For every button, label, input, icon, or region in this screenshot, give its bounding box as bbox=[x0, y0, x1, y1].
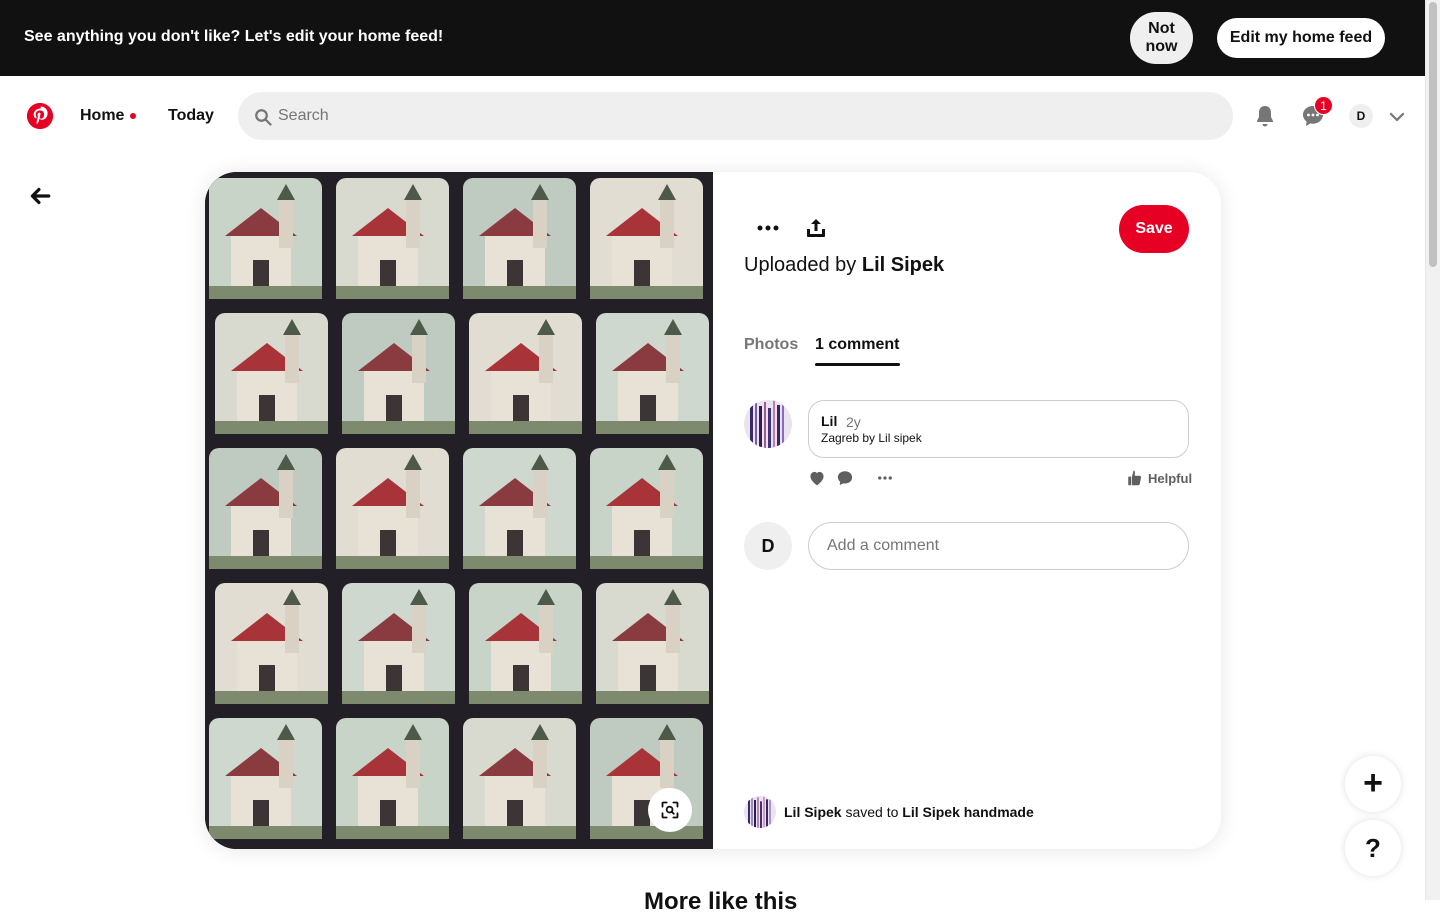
help-button[interactable]: ? bbox=[1345, 820, 1401, 876]
painted-tile bbox=[215, 583, 328, 704]
painted-tile bbox=[463, 718, 576, 839]
page-scrollbar[interactable] bbox=[1425, 0, 1440, 900]
search-bar[interactable] bbox=[238, 92, 1233, 140]
heart-icon[interactable] bbox=[808, 470, 826, 486]
painted-tile bbox=[596, 313, 709, 434]
banner-message: See anything you don't like? Let's edit … bbox=[24, 28, 444, 45]
helpful-button[interactable]: Helpful bbox=[1148, 471, 1192, 486]
painted-tile bbox=[463, 448, 576, 569]
saved-to-text: saved to bbox=[845, 804, 899, 820]
painted-tile bbox=[336, 448, 449, 569]
nav-today-link[interactable]: Today bbox=[168, 107, 214, 125]
saved-to-line: Lil Sipek saved to Lil Sipek handmade bbox=[784, 804, 1034, 820]
saver-avatar[interactable] bbox=[744, 796, 776, 828]
visual-search-icon bbox=[661, 801, 679, 819]
comment-bubble: Lil 2y Zagreb by Lil sipek bbox=[808, 400, 1189, 458]
scrollbar-thumb[interactable] bbox=[1429, 2, 1437, 267]
uploaded-by-prefix: Uploaded by bbox=[744, 254, 862, 276]
painted-tile bbox=[469, 313, 582, 434]
chevron-down-icon[interactable] bbox=[1388, 108, 1406, 126]
comment-text: Zagreb by Lil sipek bbox=[821, 431, 922, 445]
painted-tile bbox=[590, 448, 703, 569]
uploader-name-link[interactable]: Lil Sipek bbox=[862, 254, 944, 276]
current-user-avatar: D bbox=[744, 522, 792, 570]
comment-author[interactable]: Lil bbox=[821, 413, 837, 429]
home-notification-dot bbox=[130, 113, 136, 119]
comment-time: 2y bbox=[846, 414, 861, 430]
painted-tile bbox=[336, 718, 449, 839]
back-arrow-icon[interactable] bbox=[27, 183, 53, 209]
create-button[interactable]: + bbox=[1345, 756, 1401, 812]
commenter-avatar[interactable] bbox=[744, 400, 792, 448]
profile-avatar[interactable]: D bbox=[1349, 104, 1373, 128]
messages-badge: 1 bbox=[1314, 96, 1333, 115]
painted-tile bbox=[209, 718, 322, 839]
painted-tile bbox=[336, 178, 449, 299]
more-options-icon[interactable] bbox=[756, 216, 780, 240]
more-like-this-heading: More like this bbox=[644, 888, 798, 915]
not-now-button[interactable]: Not now bbox=[1130, 12, 1193, 64]
painted-tile bbox=[342, 583, 455, 704]
painted-tile bbox=[342, 313, 455, 434]
search-input[interactable] bbox=[278, 92, 1218, 140]
painted-tile bbox=[209, 178, 322, 299]
edit-home-feed-button[interactable]: Edit my home feed bbox=[1217, 18, 1385, 58]
edit-feed-banner: See anything you don't like? Let's edit … bbox=[0, 0, 1425, 76]
reply-icon[interactable] bbox=[836, 469, 854, 487]
pin-image[interactable] bbox=[205, 172, 713, 849]
painted-tile bbox=[215, 313, 328, 434]
painted-tile bbox=[590, 178, 703, 299]
nav-home-link[interactable]: Home bbox=[80, 107, 124, 125]
active-tab-indicator bbox=[815, 363, 900, 366]
search-icon bbox=[255, 109, 272, 126]
comment-more-icon[interactable] bbox=[875, 469, 895, 487]
add-comment-input[interactable] bbox=[808, 522, 1189, 570]
share-icon[interactable] bbox=[804, 216, 828, 240]
pinterest-logo-icon[interactable] bbox=[27, 103, 53, 129]
save-button[interactable]: Save bbox=[1119, 205, 1189, 253]
tab-photos[interactable]: Photos bbox=[744, 336, 798, 354]
painted-tile bbox=[463, 178, 576, 299]
pin-closeup-card: Save Uploaded by Lil Sipek Photos 1 comm… bbox=[205, 172, 1221, 849]
board-name-link[interactable]: Lil Sipek handmade bbox=[902, 804, 1033, 820]
painted-tile bbox=[596, 583, 709, 704]
bell-icon[interactable] bbox=[1253, 104, 1277, 128]
saver-name-link[interactable]: Lil Sipek bbox=[784, 804, 842, 820]
tab-comments[interactable]: 1 comment bbox=[815, 336, 899, 354]
visual-search-button[interactable] bbox=[648, 788, 692, 832]
painted-tile bbox=[209, 448, 322, 569]
thumbs-up-icon[interactable] bbox=[1127, 469, 1143, 487]
painted-tile bbox=[469, 583, 582, 704]
uploaded-by: Uploaded by Lil Sipek bbox=[744, 254, 944, 277]
